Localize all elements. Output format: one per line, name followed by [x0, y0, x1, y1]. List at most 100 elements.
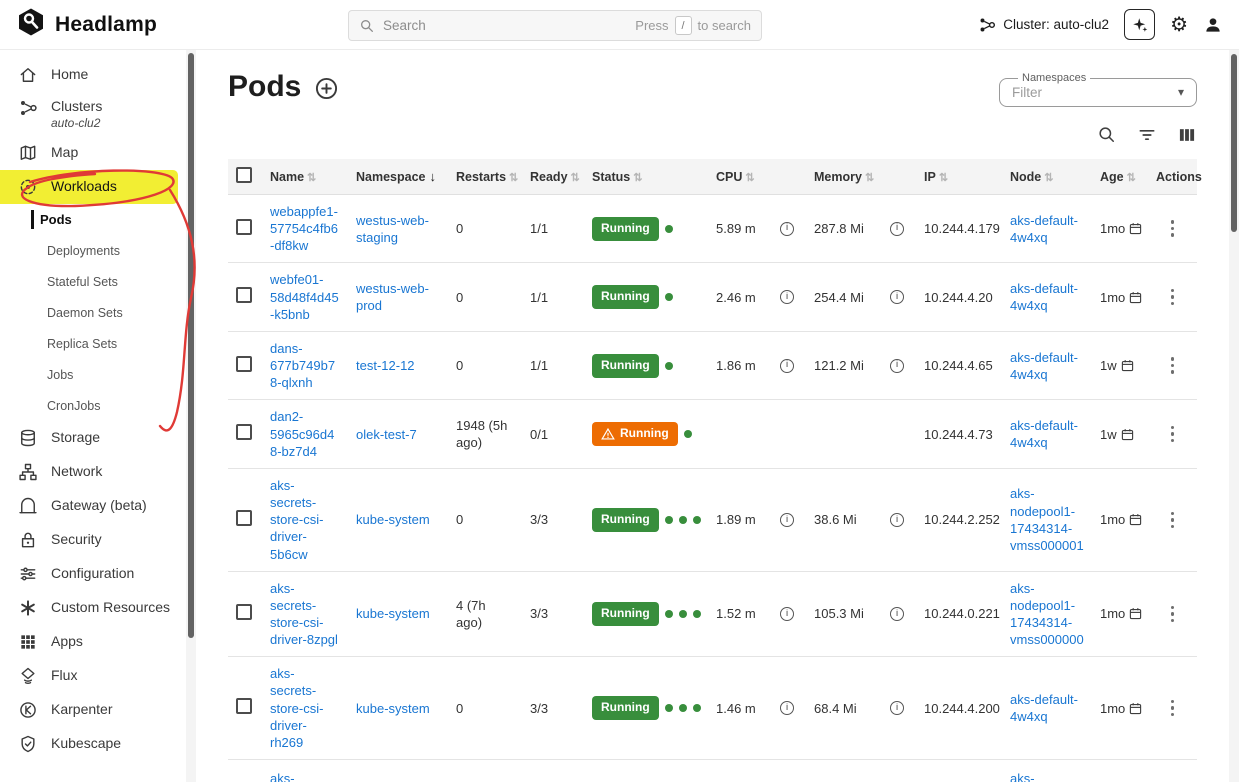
sidebar-item-pods[interactable]: Pods — [0, 204, 186, 235]
sidebar-item-cronjobs[interactable]: CronJobs — [0, 390, 186, 421]
sort-toggle-icon[interactable]: ⇅ — [307, 172, 316, 184]
column-header-age[interactable]: Age⇅ — [1092, 159, 1148, 195]
sidebar-item-workloads[interactable]: Workloads — [0, 170, 178, 204]
global-search-input[interactable]: Search Press / to search — [348, 10, 762, 41]
pod-name-link[interactable]: dan2-5965c96d48-bz7d4 — [270, 409, 334, 458]
sort-desc-icon[interactable]: ↓ — [430, 169, 437, 184]
pod-name-link[interactable]: aks-secrets-store-csi-driver-5b6cw — [270, 478, 323, 562]
row-actions-menu[interactable] — [1166, 289, 1180, 306]
info-icon[interactable]: i — [890, 607, 904, 621]
sidebar-item-daemon-sets[interactable]: Daemon Sets — [0, 297, 186, 328]
sidebar-scrollbar-thumb[interactable] — [188, 53, 194, 638]
user-menu-button[interactable] — [1203, 15, 1223, 35]
row-actions-menu[interactable] — [1166, 357, 1180, 374]
select-all-checkbox[interactable] — [236, 167, 252, 183]
sidebar-item-deployments[interactable]: Deployments — [0, 235, 186, 266]
sidebar-item-storage[interactable]: Storage — [0, 421, 186, 455]
column-header-namespace[interactable]: Namespace↓ — [348, 159, 448, 195]
table-filter-button[interactable] — [1137, 125, 1157, 145]
pod-name-link[interactable]: aks-secrets-store-csi-driver-rh269 — [270, 666, 323, 750]
node-link[interactable]: aks-default-4w4xq — [1010, 692, 1078, 724]
column-header-name[interactable]: Name⇅ — [262, 159, 348, 195]
column-header-ready[interactable]: Ready⇅ — [522, 159, 584, 195]
row-actions-menu[interactable] — [1166, 426, 1180, 443]
info-icon[interactable]: i — [780, 359, 794, 373]
create-pod-button[interactable] — [315, 77, 338, 100]
info-icon[interactable]: i — [780, 513, 794, 527]
sidebar-item-configuration[interactable]: Configuration — [0, 557, 186, 591]
info-icon[interactable]: i — [890, 359, 904, 373]
pod-name-link[interactable]: aks-secrets-store-csi-driver-8zpgl — [270, 581, 338, 647]
table-search-button[interactable] — [1097, 125, 1117, 145]
sidebar-item-security[interactable]: Security — [0, 523, 186, 557]
column-header-status[interactable]: Status⇅ — [584, 159, 708, 195]
info-icon[interactable]: i — [780, 290, 794, 304]
row-checkbox[interactable] — [236, 219, 252, 235]
sidebar-item-map[interactable]: Map — [0, 136, 186, 170]
info-icon[interactable]: i — [890, 513, 904, 527]
node-link[interactable]: aks-default-4w4xq — [1010, 281, 1078, 313]
sidebar-item-jobs[interactable]: Jobs — [0, 359, 186, 390]
info-icon[interactable]: i — [890, 222, 904, 236]
row-checkbox[interactable] — [236, 510, 252, 526]
pod-name-link[interactable]: webfe01-58d48f4d45-k5bnb — [270, 272, 339, 321]
column-header-restarts[interactable]: Restarts⇅ — [448, 159, 522, 195]
node-link[interactable]: aks-default-4w4xq — [1010, 213, 1078, 245]
sort-toggle-icon[interactable]: ⇅ — [571, 172, 580, 184]
cluster-selector[interactable]: Cluster: auto-clu2 — [978, 16, 1109, 34]
pod-name-link[interactable]: aks-secrets- — [270, 771, 316, 782]
sidebar-item-kubescape[interactable]: Kubescape — [0, 727, 186, 761]
row-actions-menu[interactable] — [1166, 700, 1180, 717]
node-link[interactable]: aks-default-4w4xq — [1010, 350, 1078, 382]
sort-toggle-icon[interactable]: ⇅ — [509, 172, 518, 184]
sidebar-item-flux[interactable]: Flux — [0, 659, 186, 693]
info-icon[interactable]: i — [780, 222, 794, 236]
row-checkbox[interactable] — [236, 356, 252, 372]
ai-assistant-button[interactable] — [1124, 9, 1155, 40]
node-link[interactable]: aks-default-4w4xq — [1010, 418, 1078, 450]
node-link[interactable]: aks-nodepool1-17434314-vmss000000 — [1010, 581, 1084, 647]
sidebar-item-karpenter[interactable]: Karpenter — [0, 693, 186, 727]
sidebar-item-clusters[interactable]: Clustersauto-clu2 — [0, 92, 186, 136]
sidebar-item-custom-resources[interactable]: Custom Resources — [0, 591, 186, 625]
sort-toggle-icon[interactable]: ⇅ — [1044, 172, 1053, 184]
row-checkbox[interactable] — [236, 698, 252, 714]
row-checkbox[interactable] — [236, 424, 252, 440]
row-actions-menu[interactable] — [1166, 512, 1180, 529]
info-icon[interactable]: i — [780, 607, 794, 621]
app-brand[interactable]: Headlamp — [16, 7, 157, 42]
namespaces-filter-select[interactable]: Namespaces Filter ▾ — [999, 72, 1197, 107]
info-icon[interactable]: i — [890, 290, 904, 304]
sidebar-scrollbar[interactable] — [186, 50, 196, 782]
table-columns-button[interactable] — [1177, 125, 1197, 145]
namespace-link[interactable]: westus-web-staging — [356, 213, 429, 245]
row-actions-menu[interactable] — [1166, 606, 1180, 623]
namespace-link[interactable]: test-12-12 — [356, 358, 415, 373]
info-icon[interactable]: i — [890, 701, 904, 715]
sort-toggle-icon[interactable]: ⇅ — [865, 172, 874, 184]
settings-button[interactable]: ⚙ — [1170, 15, 1188, 35]
main-scrollbar[interactable] — [1229, 50, 1239, 782]
main-scrollbar-thumb[interactable] — [1231, 54, 1237, 232]
info-icon[interactable]: i — [780, 701, 794, 715]
namespace-link[interactable]: kube-system — [356, 701, 430, 716]
sidebar-item-home[interactable]: Home — [0, 58, 186, 92]
pod-name-link[interactable]: dans-677b749b78-qlxnh — [270, 341, 335, 390]
row-actions-menu[interactable] — [1166, 220, 1180, 237]
column-header-ip[interactable]: IP⇅ — [916, 159, 1002, 195]
node-link[interactable]: aks-nodepool1- — [1010, 771, 1075, 782]
namespace-link[interactable]: kube-system — [356, 606, 430, 621]
sidebar-item-apps[interactable]: Apps — [0, 625, 186, 659]
sidebar-item-gateway-beta[interactable]: Gateway (beta) — [0, 489, 186, 523]
sort-toggle-icon[interactable]: ⇅ — [1127, 172, 1136, 184]
row-checkbox[interactable] — [236, 287, 252, 303]
namespace-link[interactable]: olek-test-7 — [356, 427, 417, 442]
column-header-memory[interactable]: Memory⇅ — [806, 159, 916, 195]
namespace-link[interactable]: westus-web-prod — [356, 281, 429, 313]
sidebar-item-replica-sets[interactable]: Replica Sets — [0, 328, 186, 359]
sort-toggle-icon[interactable]: ⇅ — [939, 172, 948, 184]
sidebar-item-stateful-sets[interactable]: Stateful Sets — [0, 266, 186, 297]
column-header-node[interactable]: Node⇅ — [1002, 159, 1092, 195]
node-link[interactable]: aks-nodepool1-17434314-vmss000001 — [1010, 486, 1084, 552]
pod-name-link[interactable]: webappfe1-57754c4fb6-df8kw — [270, 204, 338, 253]
